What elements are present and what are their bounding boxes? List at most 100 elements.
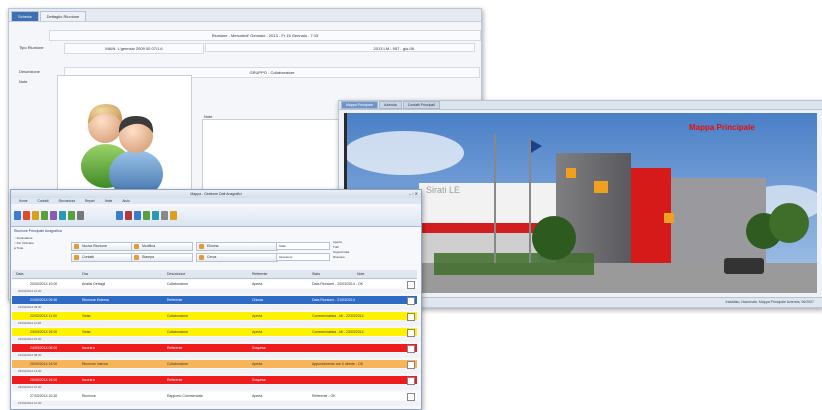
ribbon-tab-sincronizza[interactable]: Sincronizza [54,198,80,204]
button-label: Cerca [207,255,217,259]
row-detail-line: 22/03/2014 11:00 [12,321,421,326]
new-meeting-button[interactable]: Nuova Riunione [71,242,133,251]
delete-icon[interactable] [23,210,30,220]
column-header[interactable]: Referente [252,270,267,278]
table-cell-date: 23/03/2014 15:00 [30,330,58,334]
table-cell-ref: Rapporto Commerciale [167,394,203,398]
row-edit-icon[interactable] [407,393,415,401]
search-icon [199,255,204,260]
table-row[interactable]: 22/03/2014 11:00 Visita Collaboratore Apert… [12,312,417,321]
table-cell-ref: Referente [167,298,183,302]
row-edit-icon[interactable] [407,281,415,289]
tab-dettaglio[interactable]: Dettaglio Riunione [39,11,87,21]
table-cell-type: Incontro [82,346,95,350]
row-detail-line: 26/03/2014 16:00 [12,385,421,390]
export-icon[interactable] [152,210,159,220]
tab-contatti[interactable]: Contatti Principali [402,101,440,109]
operator-combo[interactable]: Operatore [276,253,330,261]
edit-icon [134,244,139,249]
row-edit-icon[interactable] [407,313,415,321]
ribbon-tab-aiuto[interactable]: Aiuto [117,198,134,204]
new-icon[interactable] [14,210,21,220]
row-edit-icon[interactable] [407,297,415,305]
row-detail-line: 21/03/2014 09:30 [12,305,421,310]
table-cell-state: Aperta [252,330,263,334]
folder-icon[interactable] [32,210,39,220]
table-cell-date: 27/03/2014 10:30 [30,394,58,398]
table-cell-type: Riunione Esterna [82,298,109,302]
ribbon-tab-report[interactable]: Report [80,198,100,204]
report-icon[interactable] [116,210,123,220]
table-cell-ref: Referente [167,346,183,350]
tab-mappa[interactable]: Mappa Principale [341,101,379,109]
table-header: Data Ora Descrizione Referente Stato Note [12,270,417,279]
map-overlay-title: Mappa Principale [689,123,755,132]
table-cell-date: 20/03/2014 10:00 [30,282,58,286]
table-row[interactable]: 27/03/2014 10:30 Riunione Rapporto Commerc… [12,392,417,401]
column-header[interactable]: Note [357,270,364,278]
table-cell-date: 25/03/2014 14:00 [30,362,58,366]
mail-icon[interactable] [134,210,141,220]
calendar-icon[interactable] [125,210,132,220]
tab-scheda[interactable]: Scheda [11,11,39,21]
table-cell-type: Riunione [82,394,96,398]
table-cell-type: Riunione Interna [82,362,108,366]
ribbon-tab-contatti[interactable]: Contatti [33,198,54,204]
type-field[interactable]: MAIN. L'gennaio 2009 00 07/1.6 [64,43,204,54]
map-icon[interactable] [143,210,150,220]
table-cell-date: 24/03/2014 08:00 [30,346,58,350]
table-row[interactable]: 26/03/2014 16:00 Incontro Referente Sospesa [12,376,417,385]
table-row[interactable]: 21/03/2014 09:30 Riunione Esterna Referent… [12,296,417,305]
note-field-label: Note [19,79,28,84]
table-cell-note: Data Riunione - 20/03/2014 - OK [312,282,363,286]
button-label: Elimina [207,244,219,248]
sync-icon[interactable] [59,210,66,220]
column-header[interactable]: Data [16,270,23,278]
print-button[interactable]: Stampa [131,253,193,262]
table-cell-ref: Collaboratore [167,314,189,318]
window-controls-icon[interactable]: – ▫ ✕ [409,190,418,198]
table-row[interactable]: 23/03/2014 15:00 Visita Collaboratore Apert… [12,328,417,337]
table-cell-state: Aperta [252,362,263,366]
description-label: Descrizione [19,69,40,74]
contacts-button[interactable]: Contatti [71,253,133,262]
edit-button[interactable]: Modifica [131,242,193,251]
radio-label: Tutte [16,246,24,250]
table-cell-state: Chiusa [252,298,263,302]
table-row[interactable]: 25/03/2014 14:00 Riunione Interna Collabor… [12,360,417,369]
row-edit-icon[interactable] [407,329,415,337]
ribbon-tab-visite[interactable]: Visite [100,198,118,204]
button-label: Stampa [142,255,155,259]
column-header[interactable]: Descrizione [167,270,185,278]
radio-tutte[interactable]: ● Tutte [14,246,34,251]
row-edit-icon[interactable] [407,377,415,385]
ribbon-tab-home[interactable]: Home [14,198,33,204]
check-icon[interactable] [68,210,75,220]
row-edit-icon[interactable] [407,361,415,369]
start-field[interactable]: 2013 LM - 957 - giu-06 [205,43,475,52]
column-header[interactable]: Stato [312,270,320,278]
table-cell-note: Referente - OK [312,394,336,398]
search-button[interactable]: Cerca [196,253,278,262]
section-label: Riunione Principale Anagrafica [14,229,62,233]
table-cell-ref: Collaboratore [167,282,189,286]
users-icon[interactable] [50,210,57,220]
delete-button[interactable]: Elimina [196,242,278,251]
tab-azienda[interactable]: Azienda [379,101,402,109]
row-edit-icon[interactable] [407,345,415,353]
column-header[interactable]: Ora [82,270,88,278]
table-row[interactable]: 24/03/2014 08:00 Incontro Referente Sospesa [12,344,417,353]
back-tab-strip: Scheda Dettaglio Riunione [9,9,481,22]
row-detail-line: 23/03/2014 15:00 [12,337,421,342]
front-window-title: Mappa - Gestione Dati Anagrafici [190,192,242,196]
front-title-bar: Mappa - Gestione Dati Anagrafici – ▫ ✕ [11,190,421,198]
table-cell-note: Data Riunione - 21/03/2014 [312,298,355,302]
settings-icon[interactable] [161,210,168,220]
save-icon[interactable] [41,210,48,220]
table-row[interactable]: 20/03/2014 10:00 Analisi Dettagli Collabor… [12,280,417,289]
status-combo[interactable]: Stato [276,242,330,250]
print-icon[interactable] [77,210,84,220]
table-cell-ref: Collaboratore [167,362,189,366]
add-icon [74,244,79,249]
help-icon[interactable] [170,210,177,220]
